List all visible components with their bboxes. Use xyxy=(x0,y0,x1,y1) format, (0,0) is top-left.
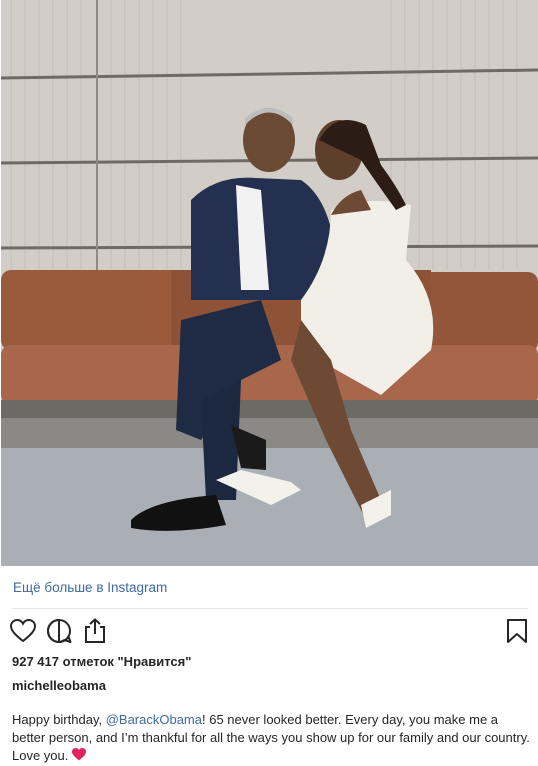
caption-text-start: Happy birthday, xyxy=(12,712,106,727)
divider xyxy=(12,608,528,609)
share-icon[interactable] xyxy=(81,617,109,645)
comment-bubble-icon[interactable] xyxy=(45,617,73,645)
mention-link[interactable]: @BarackObama xyxy=(106,712,202,727)
photo-illustration xyxy=(1,0,538,566)
like-heart-icon[interactable] xyxy=(9,617,37,645)
post-username[interactable]: michelleobama xyxy=(12,678,106,693)
more-on-instagram-link[interactable]: Ещё больше в Instagram xyxy=(13,580,167,595)
red-heart-icon xyxy=(72,748,86,766)
bookmark-save-icon[interactable] xyxy=(503,617,531,645)
post-photo[interactable] xyxy=(1,0,538,566)
likes-count[interactable]: 927 417 отметок "Нравится" xyxy=(12,654,191,669)
post-caption: Happy birthday, @BarackObama! 65 never l… xyxy=(12,711,532,766)
action-bar xyxy=(9,617,529,645)
